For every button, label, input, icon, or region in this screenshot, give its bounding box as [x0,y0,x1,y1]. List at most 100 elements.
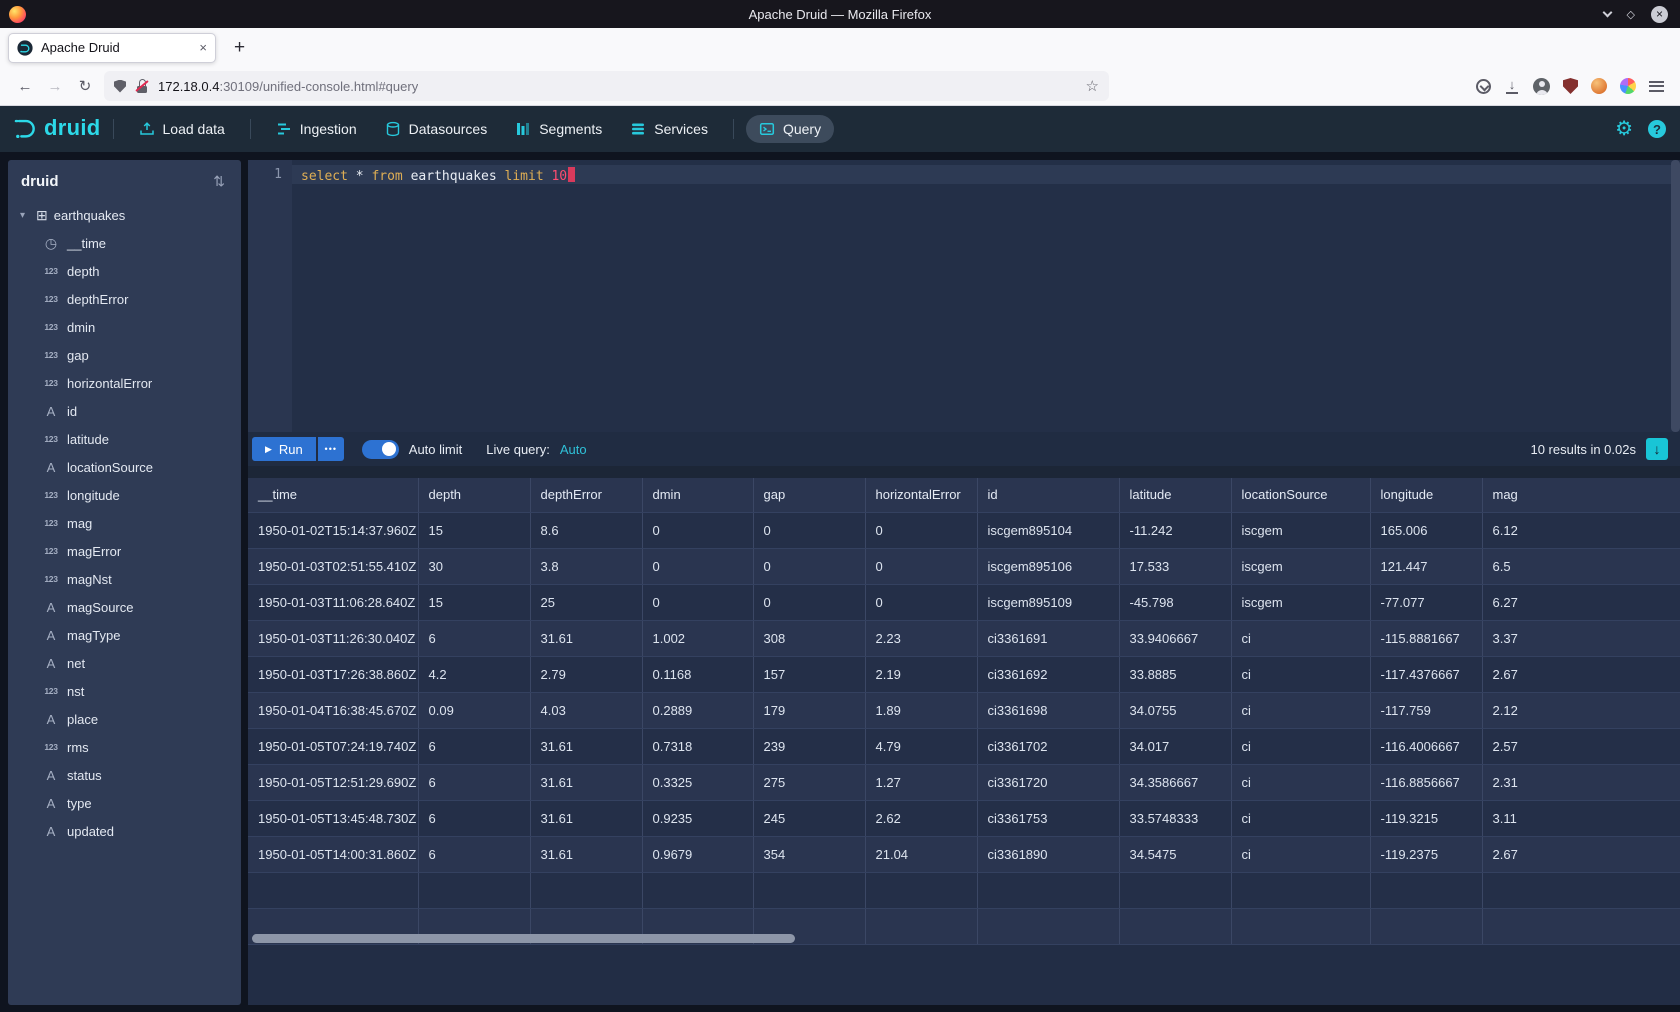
table-cell[interactable]: 0 [865,584,977,620]
sql-editor[interactable]: 1 select * from earthquakes limit 10 [248,160,1680,432]
table-cell[interactable]: 0.7318 [642,728,753,764]
table-cell[interactable]: 0.2889 [642,692,753,728]
column-header-gap[interactable]: gap [753,478,865,512]
table-cell[interactable]: 2.31 [1482,764,1680,800]
table-cell[interactable]: ci [1231,836,1370,872]
table-cell[interactable]: 2.19 [865,656,977,692]
table-cell[interactable]: 1950-01-04T16:38:45.670Z [248,692,418,728]
tree-column-locationSource[interactable]: AlocationSource [8,453,241,481]
table-cell[interactable]: 6 [418,620,530,656]
tree-column-updated[interactable]: Aupdated [8,817,241,845]
column-header-dmin[interactable]: dmin [642,478,753,512]
table-cell[interactable]: 0.09 [418,692,530,728]
table-cell[interactable]: 4.2 [418,656,530,692]
pocket-icon[interactable] [1476,79,1491,94]
table-cell[interactable]: 1950-01-03T11:06:28.640Z [248,584,418,620]
table-cell[interactable]: ci [1231,764,1370,800]
table-cell[interactable]: ci [1231,656,1370,692]
table-cell[interactable]: ci [1231,620,1370,656]
tree-column-id[interactable]: Aid [8,397,241,425]
table-cell[interactable]: 1950-01-03T02:51:55.410Z [248,548,418,584]
tree-column-latitude[interactable]: 123latitude [8,425,241,453]
table-cell[interactable]: 34.3586667 [1119,764,1231,800]
table-cell[interactable]: 2.67 [1482,836,1680,872]
table-cell[interactable]: -116.4006667 [1370,728,1482,764]
extension-pinwheel-icon[interactable] [1620,78,1636,94]
table-cell[interactable]: iscgem [1231,584,1370,620]
table-cell[interactable]: 275 [753,764,865,800]
table-cell[interactable]: 0 [865,548,977,584]
table-cell[interactable]: 6 [418,728,530,764]
table-cell[interactable]: 6 [418,764,530,800]
table-cell[interactable]: 0.3325 [642,764,753,800]
table-cell[interactable]: ci3361691 [977,620,1119,656]
menu-icon[interactable] [1649,81,1664,92]
table-cell[interactable]: 2.12 [1482,692,1680,728]
table-cell[interactable]: -117.4376667 [1370,656,1482,692]
table-cell[interactable]: 0.1168 [642,656,753,692]
table-cell[interactable]: 3.8 [530,548,642,584]
table-cell[interactable]: 0 [753,512,865,548]
table-cell[interactable]: 1950-01-05T14:00:31.860Z [248,836,418,872]
table-cell[interactable]: -119.2375 [1370,836,1482,872]
table-cell[interactable]: 1.27 [865,764,977,800]
column-header-longitude[interactable]: longitude [1370,478,1482,512]
table-cell[interactable]: ci3361753 [977,800,1119,836]
tree-column-horizontalError[interactable]: 123horizontalError [8,369,241,397]
horizontal-scrollbar[interactable] [252,934,795,943]
tree-node-datasource[interactable]: ▾⊞earthquakes [8,201,241,229]
table-cell[interactable]: 1950-01-05T13:45:48.730Z [248,800,418,836]
table-cell[interactable]: ci [1231,800,1370,836]
tree-column-mag[interactable]: 123mag [8,509,241,537]
table-cell[interactable]: 2.79 [530,656,642,692]
table-cell[interactable]: 21.04 [865,836,977,872]
table-cell[interactable]: 6 [418,836,530,872]
table-cell[interactable]: 17.533 [1119,548,1231,584]
table-cell[interactable]: 33.5748333 [1119,800,1231,836]
tree-column-depthError[interactable]: 123depthError [8,285,241,313]
table-cell[interactable]: 308 [753,620,865,656]
table-cell[interactable]: iscgem895106 [977,548,1119,584]
profile-avatar-icon[interactable] [1591,78,1607,94]
download-results-button[interactable]: ↓ [1646,438,1668,460]
nav-item-segments[interactable]: Segments [502,115,615,143]
new-tab-button[interactable]: + [224,35,255,61]
nav-item-datasources[interactable]: Datasources [372,115,501,143]
table-cell[interactable]: 0 [642,548,753,584]
ublock-extension-icon[interactable] [1563,78,1578,94]
table-cell[interactable]: ci [1231,692,1370,728]
tree-column-depth[interactable]: 123depth [8,257,241,285]
table-cell[interactable]: 25 [530,584,642,620]
table-cell[interactable]: 31.61 [530,836,642,872]
tree-column-type[interactable]: Atype [8,789,241,817]
table-cell[interactable]: 2.57 [1482,728,1680,764]
column-header-locationSource[interactable]: locationSource [1231,478,1370,512]
table-cell[interactable]: 239 [753,728,865,764]
url-bar[interactable]: 172.18.0.4:30109/unified-console.html#qu… [104,71,1109,101]
tree-column-gap[interactable]: 123gap [8,341,241,369]
tree-column-rms[interactable]: 123rms [8,733,241,761]
back-button[interactable]: ← [10,71,40,101]
tree-column-magSource[interactable]: AmagSource [8,593,241,621]
sql-text[interactable]: select * from earthquakes limit 10 [292,160,575,432]
column-header-horizontalError[interactable]: horizontalError [865,478,977,512]
tree-column-magNst[interactable]: 123magNst [8,565,241,593]
table-cell[interactable]: 31.61 [530,728,642,764]
table-cell[interactable]: 1950-01-05T12:51:29.690Z [248,764,418,800]
column-header-id[interactable]: id [977,478,1119,512]
table-cell[interactable]: 31.61 [530,620,642,656]
tracking-protection-shield-icon[interactable] [114,80,126,93]
run-button[interactable]: ▶ Run [252,437,316,461]
table-cell[interactable]: ci3361698 [977,692,1119,728]
table-cell[interactable]: 15 [418,512,530,548]
tree-column-magType[interactable]: AmagType [8,621,241,649]
forward-button[interactable]: → [40,71,70,101]
reload-button[interactable]: ↻ [70,71,100,101]
run-more-button[interactable]: ••• [318,437,344,461]
tree-column-net[interactable]: Anet [8,649,241,677]
help-icon[interactable]: ? [1648,120,1666,138]
table-cell[interactable]: ci [1231,728,1370,764]
table-cell[interactable]: 1.89 [865,692,977,728]
table-cell[interactable]: 6 [418,800,530,836]
table-cell[interactable]: 1950-01-02T15:14:37.960Z [248,512,418,548]
